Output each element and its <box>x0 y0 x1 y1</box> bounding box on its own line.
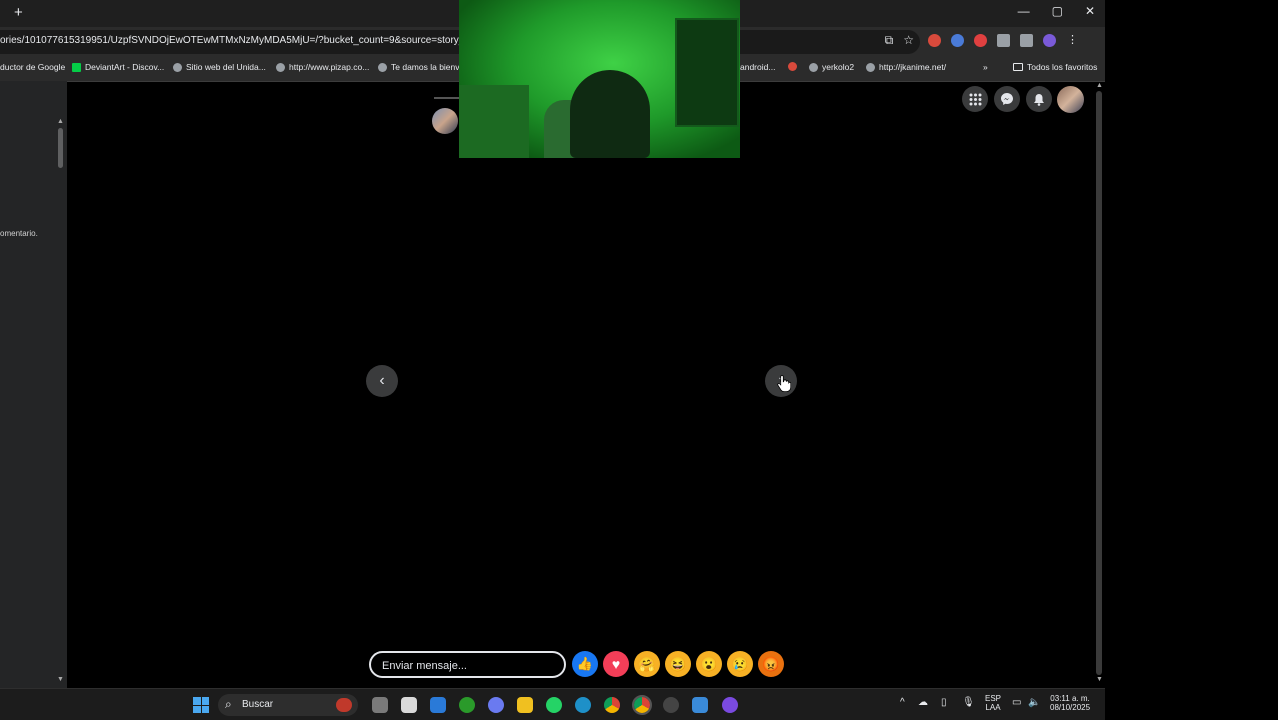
clock[interactable]: 03:11 a. m. 08/10/2025 <box>1050 694 1090 712</box>
search-highlight-icon <box>336 698 352 712</box>
webcam-window <box>675 18 739 127</box>
message-input[interactable] <box>380 659 559 673</box>
angry-reaction-icon[interactable]: 😡 <box>758 651 784 677</box>
extensions-area: ⋮ <box>928 34 1079 47</box>
messenger-icon[interactable] <box>994 86 1020 112</box>
comment-text: omentario. <box>0 229 38 238</box>
volume-icon[interactable]: 🔈 <box>1028 698 1040 708</box>
google-icon <box>378 62 387 72</box>
side-panel-scrollbar[interactable] <box>58 128 63 168</box>
bookmark-item[interactable]: DeviantArt - Discov... <box>72 62 164 72</box>
media-icon[interactable] <box>1020 34 1033 47</box>
url-text[interactable]: ories/101077615319951/UzpfSVNDOjEwOTEwMT… <box>0 35 481 46</box>
story-progress-bar <box>434 97 460 99</box>
extension-icon[interactable] <box>951 34 964 47</box>
bookmark-item[interactable]: android... <box>740 62 775 72</box>
chrome-active-icon[interactable] <box>632 695 652 715</box>
window-controls: — ▢ ✕ <box>1018 4 1095 18</box>
profile-icon[interactable] <box>1043 34 1056 47</box>
maximize-button[interactable]: ▢ <box>1052 4 1063 18</box>
bookmark-item[interactable]: Sitio web del Unida... <box>173 62 266 72</box>
new-tab-button[interactable]: + <box>14 4 23 21</box>
microphone-icon[interactable]: 🎙 <box>962 698 975 708</box>
bookmark-item[interactable]: http://www.pizap.co... <box>276 62 369 72</box>
site-icon <box>788 62 797 71</box>
calendar-app-icon[interactable] <box>401 697 417 713</box>
taskbar-search[interactable]: ⌕ Buscar <box>218 694 358 716</box>
wow-reaction-icon[interactable]: 😮 <box>696 651 722 677</box>
story-author-avatar[interactable] <box>432 108 458 134</box>
search-icon: ⌕ <box>225 697 232 711</box>
chevron-left-icon: ‹ <box>379 372 385 389</box>
webcam-person <box>570 70 650 158</box>
windows-start-icon[interactable] <box>193 697 209 713</box>
page-scrollbar[interactable] <box>1096 91 1102 675</box>
screen: + — ▢ ✕ ories/101077615319951/UzpfSVNDOj… <box>0 0 1105 720</box>
bookmark-item[interactable]: http://jkanime.net/ <box>866 62 946 72</box>
haha-reaction-icon[interactable]: 😆 <box>665 651 691 677</box>
care-reaction-icon[interactable]: 🤗 <box>634 651 660 677</box>
game-app-icon[interactable] <box>663 697 679 713</box>
account-avatar[interactable] <box>1057 86 1084 113</box>
scroll-down-arrow[interactable]: ▼ <box>57 676 64 683</box>
kebab-menu-icon[interactable]: ⋮ <box>1066 34 1079 47</box>
story-side-panel <box>0 81 67 688</box>
bookmark-item[interactable]: Te damos la bienve <box>378 62 464 72</box>
notifications-bell-icon[interactable] <box>1026 86 1052 112</box>
bookmark-item[interactable]: ductor de Google <box>0 62 65 72</box>
file-explorer-icon[interactable] <box>517 697 533 713</box>
display-network-icon[interactable]: ▭ <box>1012 698 1021 708</box>
page-scroll-up-arrow[interactable]: ▲ <box>1096 82 1103 89</box>
xbox-app-icon[interactable] <box>459 697 475 713</box>
bookmark-item[interactable] <box>788 62 797 71</box>
hand-cursor-icon <box>777 375 791 392</box>
copilot-app-icon[interactable] <box>488 697 504 713</box>
cloud-icon[interactable]: ☁ <box>918 698 928 708</box>
whatsapp-icon[interactable] <box>546 697 562 713</box>
globe-icon <box>809 62 818 72</box>
edge-browser-icon[interactable] <box>575 697 591 713</box>
obs-app-icon[interactable] <box>722 697 738 713</box>
folder-icon <box>1013 63 1023 71</box>
input-language[interactable]: ESP LAA <box>985 694 1001 712</box>
sad-reaction-icon[interactable]: 😢 <box>727 651 753 677</box>
all-bookmarks-folder[interactable]: Todos los favoritos <box>1013 62 1097 72</box>
reactions-bar: 👍 ♥ 🤗 😆 😮 😢 😡 <box>572 651 784 677</box>
snipping-tool-icon[interactable] <box>692 697 708 713</box>
pizap-icon <box>276 62 285 72</box>
show-hidden-icons-chevron[interactable]: ^ <box>900 698 905 708</box>
page-scroll-down-arrow[interactable]: ▼ <box>1096 676 1103 683</box>
menu-grid-icon[interactable] <box>962 86 988 112</box>
close-button[interactable]: ✕ <box>1085 4 1095 18</box>
globe-icon <box>866 62 875 72</box>
webcam-overlay <box>459 0 740 158</box>
like-reaction-icon[interactable]: 👍 <box>572 651 598 677</box>
search-label: Buscar <box>242 699 274 710</box>
mail-app-icon[interactable] <box>430 697 446 713</box>
previous-story-button[interactable]: ‹ <box>366 365 398 397</box>
love-reaction-icon[interactable]: ♥ <box>603 651 629 677</box>
message-input-wrapper <box>369 651 566 678</box>
webcam-furniture <box>459 85 529 158</box>
bookmarks-overflow-button[interactable]: » <box>983 62 988 72</box>
puzzle-icon[interactable] <box>997 34 1010 47</box>
battery-icon[interactable]: ▯ <box>941 698 947 708</box>
bookmark-item[interactable]: yerkolo2 <box>809 62 854 72</box>
minimize-button[interactable]: — <box>1018 4 1030 18</box>
chrome-icon[interactable] <box>604 697 620 713</box>
extension-icon[interactable] <box>928 34 941 47</box>
extension-icon[interactable] <box>974 34 987 47</box>
windows-taskbar: ⌕ Buscar ^ ☁ ▯ 🎙 ESP LAA ▭ 🔈 03:11 a. m. 0… <box>0 688 1105 720</box>
scroll-up-arrow[interactable]: ▲ <box>57 118 64 125</box>
bookmark-star-icon[interactable]: ☆ <box>903 33 914 48</box>
google-icon <box>173 62 182 72</box>
deviantart-icon <box>72 62 81 72</box>
task-view-icon[interactable] <box>372 697 388 713</box>
install-app-icon[interactable]: ⧉ <box>885 33 894 48</box>
